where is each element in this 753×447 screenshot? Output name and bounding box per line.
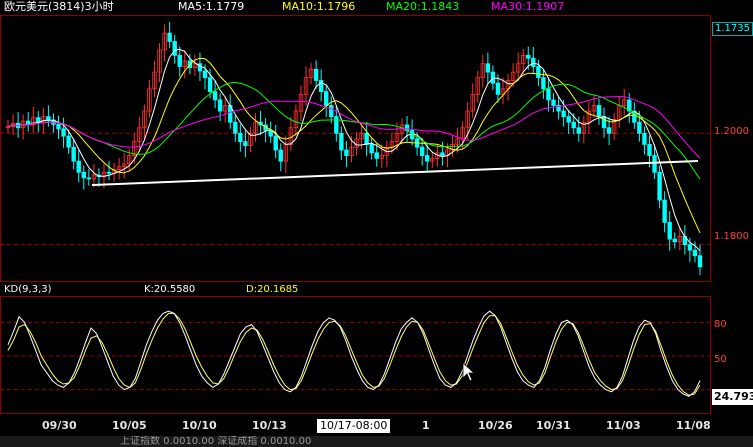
- candle-body: [273, 135, 278, 151]
- candle-body: [566, 116, 571, 123]
- candle-body: [546, 88, 551, 101]
- chart-canvas[interactable]: [0, 0, 753, 447]
- candle-body: [662, 199, 667, 223]
- candle-body: [334, 116, 339, 134]
- candle-body: [642, 132, 647, 145]
- candle-body: [46, 116, 51, 121]
- candle-body: [561, 110, 566, 118]
- candle-body: [536, 66, 541, 79]
- ma5-line: [7, 48, 701, 252]
- candle-body: [541, 77, 546, 90]
- candle-body: [207, 77, 213, 92]
- candle-body: [76, 160, 81, 173]
- candle-body: [647, 144, 652, 156]
- candle-body: [596, 105, 602, 118]
- candle-body: [652, 155, 657, 173]
- candle-body: [440, 152, 445, 156]
- candle-body: [243, 141, 248, 146]
- trendline: [91, 160, 699, 186]
- candle-body: [233, 121, 238, 134]
- candle-body: [313, 68, 319, 81]
- candle-body: [217, 99, 223, 112]
- candle-body: [86, 177, 92, 180]
- candle-body: [329, 105, 334, 118]
- candle-body: [369, 144, 374, 154]
- candle-body: [339, 132, 344, 151]
- candle-body: [697, 255, 703, 268]
- candle-body: [692, 249, 698, 257]
- candle-body: [212, 91, 218, 101]
- candle-body: [490, 71, 496, 84]
- candle-body: [172, 41, 177, 56]
- candle-body: [571, 121, 576, 129]
- candle-body: [667, 221, 672, 240]
- candle-body: [278, 149, 283, 162]
- candle-body: [364, 132, 369, 145]
- candle-body: [672, 238, 677, 243]
- candle-body: [495, 82, 501, 95]
- candle-body: [202, 70, 208, 79]
- ma30-line: [7, 95, 701, 159]
- candle-body: [419, 146, 425, 156]
- candle-body: [425, 155, 430, 162]
- candle-body: [36, 117, 41, 123]
- candle-body: [531, 57, 536, 67]
- kd-k-line: [7, 310, 701, 397]
- candle-body: [576, 127, 581, 134]
- candle-body: [551, 99, 556, 106]
- candle-body: [526, 54, 531, 59]
- candle-body: [238, 132, 243, 143]
- candle-body: [56, 124, 61, 130]
- mouse-pointer-icon: [462, 362, 476, 382]
- candle-body: [268, 130, 273, 137]
- candle-body: [167, 32, 172, 42]
- candle-body: [106, 171, 112, 174]
- candle-body: [177, 54, 182, 67]
- candle-body: [66, 135, 71, 148]
- candle-body: [637, 121, 642, 134]
- ma10-line: [7, 57, 701, 234]
- candle-body: [61, 128, 66, 137]
- candle-body: [344, 149, 349, 156]
- candle-body: [81, 171, 86, 179]
- candle-body: [485, 63, 491, 73]
- candle-body: [601, 116, 607, 129]
- candle-body: [71, 146, 76, 162]
- candle-body: [324, 91, 329, 106]
- candle-body: [318, 80, 324, 92]
- kd-d-line: [7, 312, 701, 396]
- candle-body: [657, 171, 662, 201]
- candle-body: [687, 244, 693, 251]
- candle-body: [374, 152, 379, 159]
- candle-body: [606, 127, 612, 134]
